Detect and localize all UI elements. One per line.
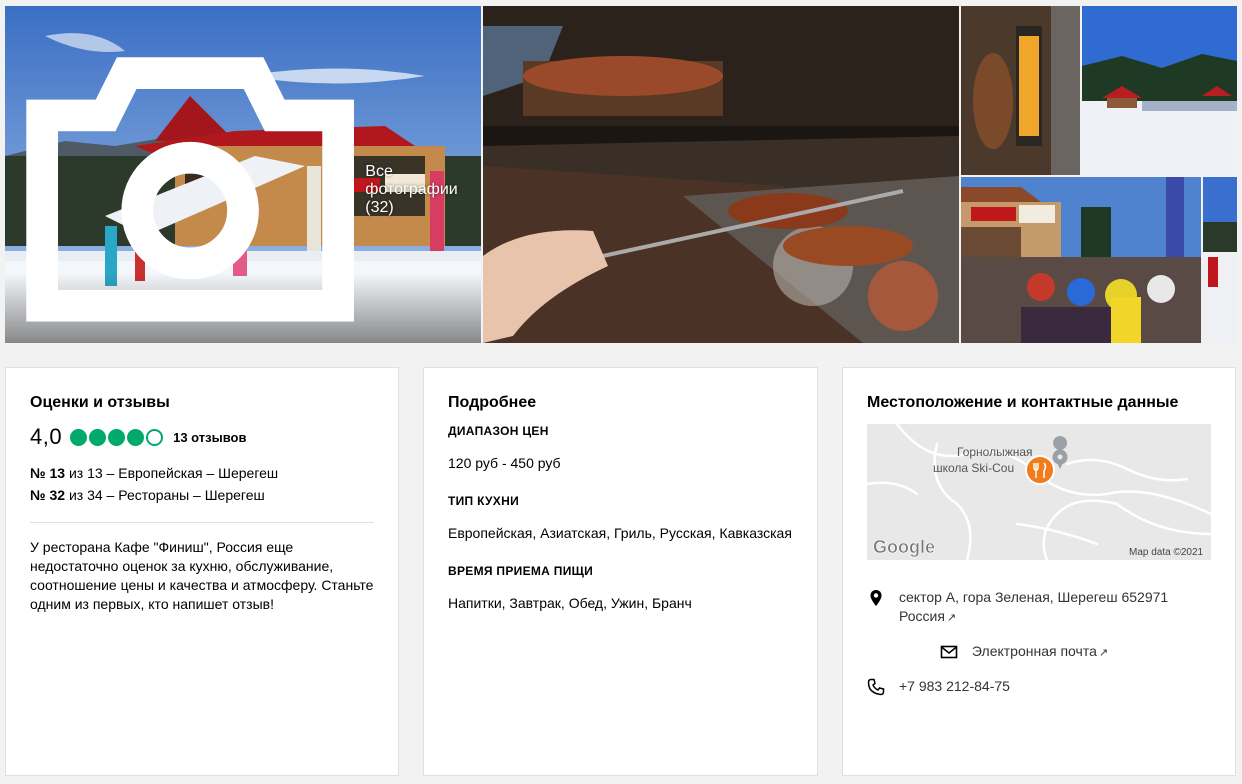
cuisine-label: ТИП КУХНИ	[448, 494, 519, 508]
address-row[interactable]: сектор А, гора Зеленая, Шерегеш 652971 Р…	[867, 588, 1211, 628]
photo-grill-skewers-image	[483, 6, 959, 343]
photo-ski-slope-image	[1082, 6, 1237, 175]
photo-grill-skewers[interactable]	[483, 6, 959, 343]
envelope-icon	[940, 645, 958, 659]
map-attribution: Map data ©2021	[1129, 547, 1204, 558]
rating-bubble-icon	[70, 428, 88, 446]
camera-icon	[26, 57, 354, 322]
ranking-item[interactable]: № 13 из 13 – Европейская – Шерегеш	[30, 462, 374, 484]
location-title: Местоположение и контактные данные	[867, 394, 1179, 411]
photo-shawarma-image	[961, 6, 1080, 175]
ranking-number: № 32	[30, 487, 66, 503]
external-link-icon: ↗	[1098, 647, 1109, 659]
restaurant-marker-icon	[1025, 455, 1055, 485]
photo-shawarma[interactable]	[961, 6, 1080, 175]
all-photos-label: Все фотографии (32)	[365, 162, 458, 216]
meals-label: ВРЕМЯ ПРИЕМА ПИЩИ	[448, 564, 594, 578]
rating-value: 4,0	[30, 424, 63, 449]
cuisine-value: Европейская, Азиатская, Гриль, Русская, …	[448, 525, 792, 541]
divider	[30, 522, 374, 523]
rating-bubble-empty-icon	[146, 428, 164, 446]
ranking-number: № 13	[30, 465, 66, 481]
price-range-value: 120 руб - 450 руб	[448, 455, 561, 471]
ratings-title: Оценки и отзывы	[30, 394, 170, 411]
email-link[interactable]: Электронная почта ↗	[972, 642, 1108, 663]
phone-icon	[867, 678, 885, 696]
photo-ski-slope[interactable]	[1082, 6, 1237, 175]
photo-cafe-crowd[interactable]	[961, 177, 1201, 343]
address-line2: Россия	[899, 608, 945, 624]
ranking-text[interactable]: из 34 – Рестораны – Шерегеш	[65, 487, 265, 503]
phone-link[interactable]: +7 983 212-84-75	[899, 677, 1010, 696]
details-card: Подробнее ДИАПАЗОН ЦЕН 120 руб - 450 руб…	[423, 367, 818, 776]
rating-bubbles	[70, 428, 164, 446]
photo-gallery: Все фотографии (32)	[5, 6, 1237, 343]
price-range-label: ДИАПАЗОН ЦЕН	[448, 424, 549, 438]
meals-value: Напитки, Завтрак, Обед, Ужин, Бранч	[448, 595, 692, 611]
location-pin-icon	[870, 590, 882, 606]
ratings-card: Оценки и отзывы 4,0 13 отзывов № 13 из 1…	[5, 367, 399, 776]
ranking-text[interactable]: из 13 – Европейская – Шерегеш	[65, 465, 278, 481]
photo-cafe-exterior[interactable]: Все фотографии (32)	[5, 6, 481, 343]
map-image: Горнолыжная школа Ski-Cou Google Map dat…	[867, 424, 1211, 560]
location-card: Местоположение и контактные данные Горно…	[842, 367, 1236, 776]
ratings-description: У ресторана Кафе "Финиш", Россия еще нед…	[30, 539, 374, 612]
all-photos-button[interactable]: Все фотографии (32)	[21, 52, 481, 327]
photo-slope-edge[interactable]	[1203, 177, 1237, 343]
external-link-icon: ↗	[946, 612, 957, 624]
map-place-label-line2: школа Ski-Cou	[933, 461, 1014, 475]
email-label: Электронная почта	[971, 643, 1097, 659]
map-place-label-line1: Горнолыжная	[957, 445, 1033, 459]
address-line1: сектор А, гора Зеленая, Шерегеш 652971	[899, 589, 1169, 605]
email-row[interactable]: Электронная почта ↗	[867, 642, 1211, 663]
review-count-link[interactable]: 13 отзывов	[173, 430, 246, 445]
ranking-item[interactable]: № 32 из 34 – Рестораны – Шерегеш	[30, 484, 374, 506]
photo-slope-edge-image	[1203, 177, 1237, 343]
details-title: Подробнее	[448, 394, 537, 411]
phone-row[interactable]: +7 983 212-84-75	[867, 677, 1211, 696]
google-logo: Google	[873, 537, 935, 557]
photo-cafe-crowd-image	[961, 177, 1201, 343]
map[interactable]: Горнолыжная школа Ski-Cou Google Map dat…	[867, 424, 1211, 560]
rating-bubble-icon	[89, 428, 107, 446]
rating-bubble-icon	[127, 428, 145, 446]
address-text[interactable]: сектор А, гора Зеленая, Шерегеш 652971 Р…	[899, 588, 1168, 628]
rating-row: 4,0 13 отзывов	[30, 424, 374, 450]
rating-bubble-icon	[108, 428, 126, 446]
